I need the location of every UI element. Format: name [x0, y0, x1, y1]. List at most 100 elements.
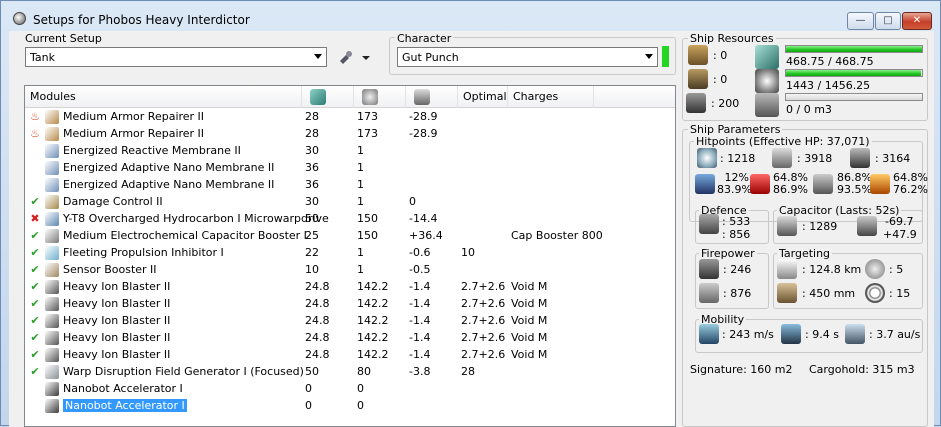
module-row[interactable]: ✔ Heavy Ion Blaster II 24.8 142.2 -1.4 2.7+2.… [25, 313, 675, 330]
passive-state-icon[interactable] [28, 382, 42, 396]
structure-hp: : 3164 [875, 152, 911, 165]
launcher-hardpoints: : 0 [713, 73, 728, 86]
module-row[interactable]: Nanobot Accelerator I 0 0 [25, 398, 675, 415]
module-name: Heavy Ion Blaster II [63, 280, 171, 293]
extra-resist-2: 76.2% [893, 183, 928, 196]
thermal-resist-icon [750, 174, 770, 194]
signature-radius: Signature: 160 m2 [690, 363, 793, 376]
passive-state-icon[interactable] [28, 161, 42, 175]
capacitor-delta-2: +47.9 [883, 228, 917, 241]
active-check-icon[interactable]: ✔ [28, 280, 42, 294]
module-row[interactable]: ✔ Fleeting Propulsion Inhibitor I 22 1 -0.6 1… [25, 245, 675, 262]
module-capacitor: -14.4 [409, 212, 438, 225]
module-name: Nanobot Accelerator I [63, 382, 183, 395]
module-row[interactable]: ✔ Heavy Ion Blaster II 24.8 142.2 -1.4 2.7+2.… [25, 296, 675, 313]
column-optimal[interactable]: Optimal [458, 86, 508, 108]
module-name: Y-T8 Overcharged Hydrocarbon I Microwarp… [63, 212, 329, 225]
module-row[interactable]: ✔ Warp Disruption Field Generator I (Focu… [25, 364, 675, 381]
column-cpu[interactable] [302, 86, 354, 108]
modules-list[interactable]: Modules Optimal Charges ♨ Medium Armor Re… [24, 85, 676, 427]
overload-heat-icon[interactable]: ♨ [28, 110, 42, 124]
blaster-icon [45, 331, 59, 345]
capacitor-recharge-icon [857, 216, 877, 236]
maximize-button[interactable]: □ [875, 12, 901, 30]
powergrid-bar [785, 69, 923, 77]
module-cpu: 50 [305, 365, 319, 378]
max-velocity-icon [699, 324, 719, 344]
active-check-icon[interactable]: ✔ [28, 297, 42, 311]
character-label: Character [395, 32, 454, 45]
module-powergrid: 142.2 [357, 314, 389, 327]
passive-state-icon[interactable] [28, 178, 42, 192]
defence-value-a: : 533 [722, 215, 751, 228]
module-name: Fleeting Propulsion Inhibitor I [63, 246, 224, 259]
module-row[interactable]: Energized Adaptive Nano Membrane II 36 1 [25, 177, 675, 194]
module-powergrid: 1 [357, 263, 364, 276]
column-modules[interactable]: Modules [25, 86, 302, 108]
align-time: : 9.4 s [805, 328, 839, 341]
powergrid-icon [755, 69, 779, 93]
module-charges: Void M [511, 331, 548, 344]
hitpoints-label: Hitpoints (Effective HP: 37,071) [694, 135, 872, 148]
character-select[interactable]: Gut Punch [397, 47, 658, 67]
turret-hardpoints: : 0 [713, 49, 728, 62]
module-row[interactable]: ✔ Heavy Ion Blaster II 24.8 142.2 -1.4 2.7+2.… [25, 347, 675, 364]
setup-tools-button[interactable] [334, 47, 374, 67]
active-check-icon[interactable]: ✔ [28, 348, 42, 362]
module-name: Heavy Ion Blaster II [63, 314, 171, 327]
module-row[interactable]: Nanobot Accelerator I 0 0 [25, 381, 675, 398]
drone-bay-icon [755, 93, 779, 117]
module-charges: Cap Booster 800 [511, 229, 603, 242]
module-powergrid: 142.2 [357, 348, 389, 361]
module-row[interactable]: ♨ Medium Armor Repairer II 28 173 -28.9 [25, 126, 675, 143]
module-row[interactable]: Energized Reactive Membrane II 30 1 [25, 143, 675, 160]
cargohold-capacity: Cargohold: 315 m3 [809, 363, 915, 376]
explosive-resist-icon [870, 174, 890, 194]
active-check-icon[interactable]: ✔ [28, 229, 42, 243]
module-row[interactable]: ✔ Heavy Ion Blaster II 24.8 142.2 -1.4 2.7+2.… [25, 279, 675, 296]
overload-heat-icon[interactable]: ♨ [28, 127, 42, 141]
powergrid-bar-fill [786, 70, 921, 76]
passive-state-icon[interactable] [28, 144, 42, 158]
active-check-icon[interactable]: ✔ [28, 263, 42, 277]
warp-speed-icon [845, 324, 865, 344]
passive-state-icon[interactable] [28, 399, 42, 413]
module-row[interactable]: ✔ Heavy Ion Blaster II 24.8 142.2 -1.4 2.7+2.… [25, 330, 675, 347]
minimize-button[interactable]: — [847, 12, 874, 30]
module-row[interactable]: ♨ Medium Armor Repairer II 28 173 -28.9 [25, 109, 675, 126]
module-charges: Void M [511, 280, 548, 293]
app-icon [13, 12, 26, 25]
column-powergrid[interactable] [354, 86, 406, 108]
column-capacitor[interactable] [406, 86, 458, 108]
module-row[interactable]: ✖ Y-T8 Overcharged Hydrocarbon I Microwar… [25, 211, 675, 228]
module-row[interactable]: ✔ Medium Electrochemical Capacitor Booste… [25, 228, 675, 245]
module-capacitor: +36.4 [409, 229, 443, 242]
active-check-icon[interactable]: ✔ [28, 331, 42, 345]
module-row[interactable]: Energized Adaptive Nano Membrane II 36 1 [25, 160, 675, 177]
module-row[interactable]: ✔ Damage Control II 30 1 0 [25, 194, 675, 211]
module-cpu: 24.8 [305, 314, 330, 327]
warp-speed: : 3.7 au/s [869, 328, 921, 341]
column-charges[interactable]: Charges [508, 86, 594, 108]
active-check-icon[interactable]: ✔ [28, 365, 42, 379]
module-powergrid: 1 [357, 195, 364, 208]
module-cpu: 0 [305, 399, 312, 412]
module-name: Energized Adaptive Nano Membrane II [63, 161, 275, 174]
close-button[interactable]: ✕ [902, 12, 932, 30]
title-bar[interactable]: Setups for Phobos Heavy Interdictor — □ … [1, 1, 940, 31]
module-row[interactable]: ✔ Sensor Booster II 10 1 -0.5 [25, 262, 675, 279]
module-powergrid: 173 [357, 127, 378, 140]
offline-x-icon[interactable]: ✖ [28, 212, 42, 226]
active-check-icon[interactable]: ✔ [28, 246, 42, 260]
current-setup-select[interactable]: Tank [25, 47, 327, 67]
module-name: Medium Electrochemical Capacitor Booster… [63, 229, 307, 242]
armor-resist-2: 86.9% [773, 183, 808, 196]
microwarpdrive-icon [45, 212, 59, 226]
module-name: Energized Reactive Membrane II [63, 144, 241, 157]
active-check-icon[interactable]: ✔ [28, 195, 42, 209]
cpu-bar-fill [786, 46, 922, 52]
membrane-icon [45, 178, 59, 192]
launcher-hardpoint-icon [688, 69, 708, 89]
active-check-icon[interactable]: ✔ [28, 314, 42, 328]
blaster-icon [45, 348, 59, 362]
